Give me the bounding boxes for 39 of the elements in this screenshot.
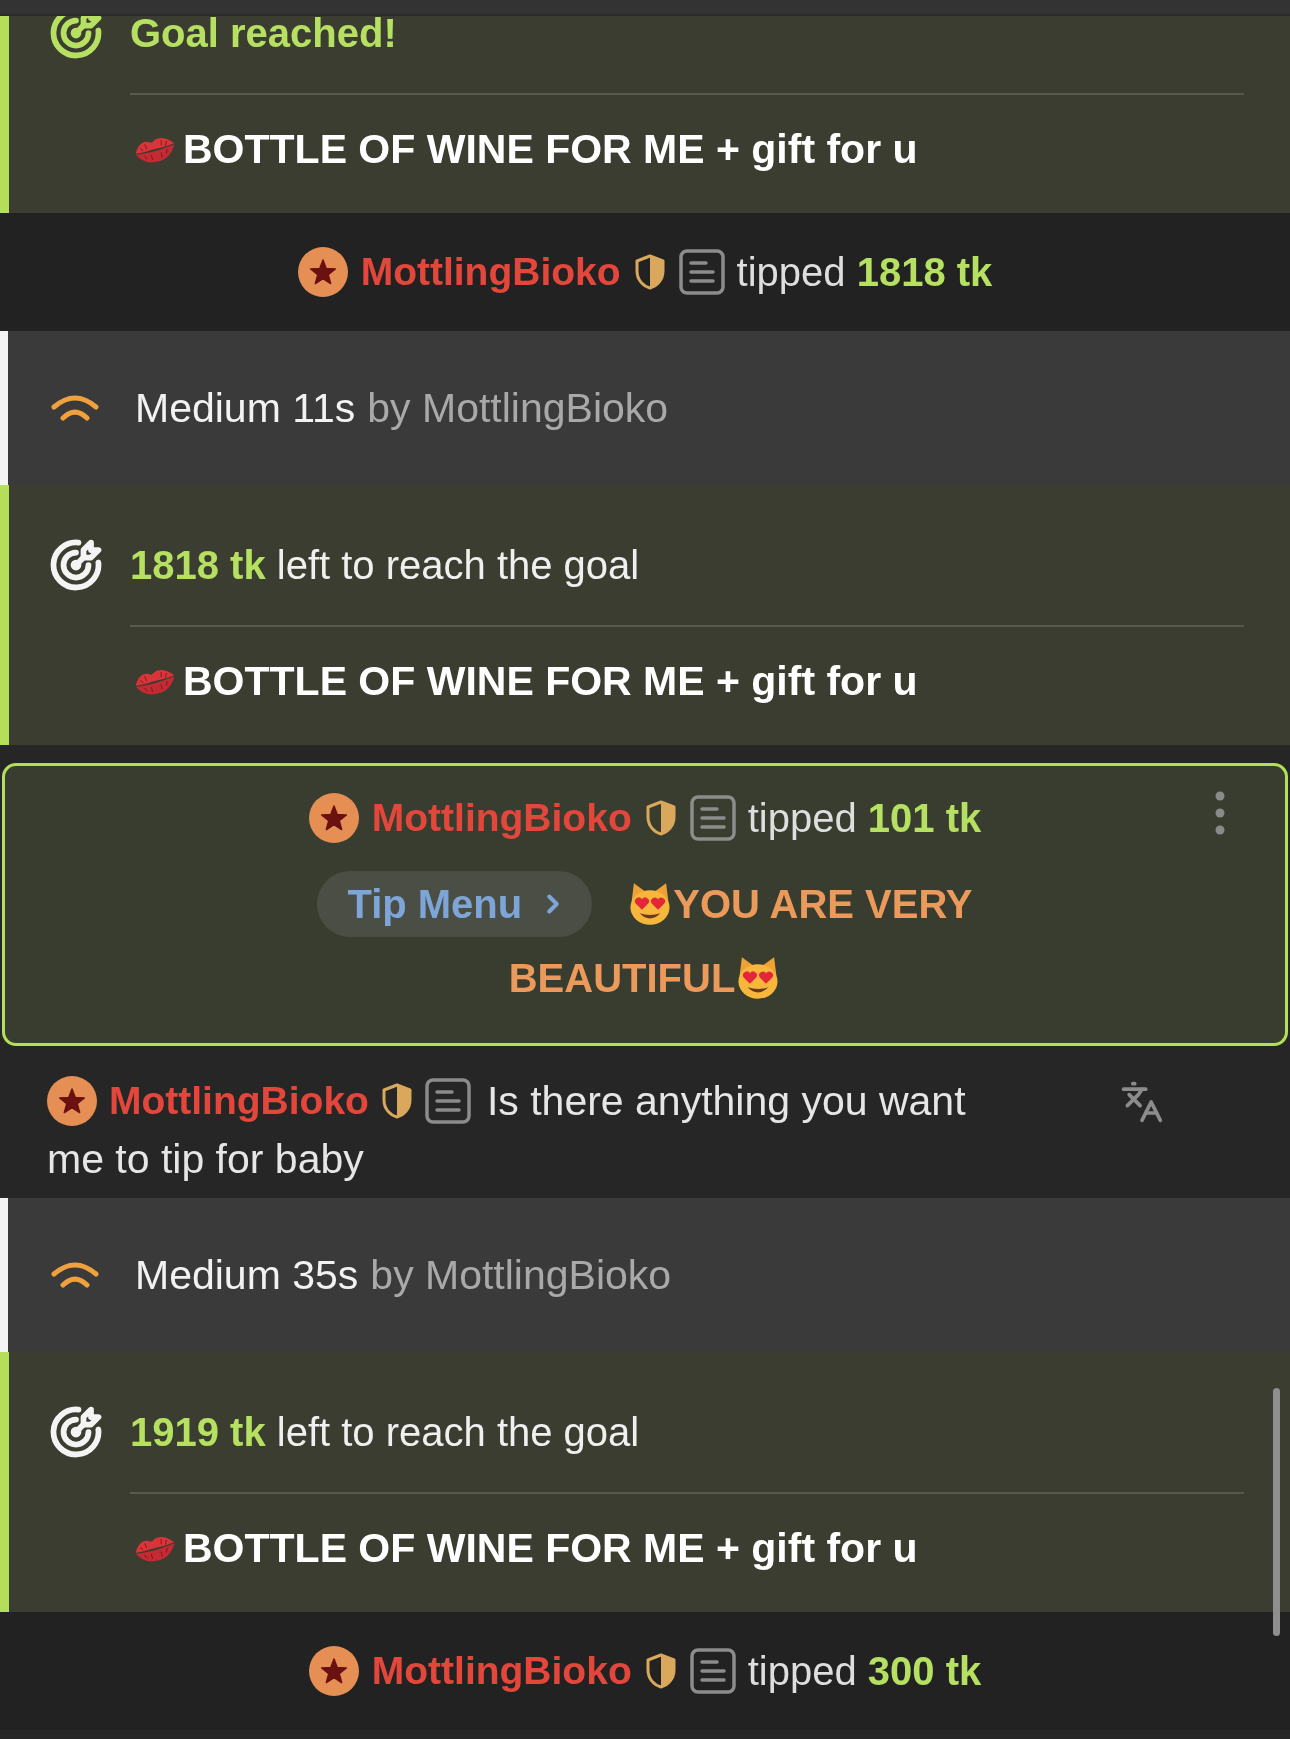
goal-status: Goal reached!	[130, 16, 397, 57]
username[interactable]: MottlingBioko	[360, 248, 621, 296]
tip-message: YOU ARE VERY	[673, 881, 973, 928]
chat-message: me to tip for baby	[47, 1135, 364, 1183]
shield-icon	[634, 254, 665, 290]
vibration-level: Medium 11s	[135, 384, 356, 432]
vibration-level: Medium 35s	[135, 1251, 359, 1299]
shield-icon	[645, 1653, 676, 1689]
tipper-name: by MottlingBioko	[370, 1251, 672, 1299]
goal-title: BOTTLE OF WINE FOR ME + gift for u	[183, 657, 918, 705]
goal-status: 1818 tk left to reach the goal	[130, 542, 640, 589]
shield-icon	[381, 1083, 412, 1119]
translate-icon[interactable]	[1120, 1080, 1164, 1124]
tip-menu-button[interactable]: Tip Menu	[317, 871, 593, 937]
username[interactable]: MottlingBioko	[371, 794, 632, 842]
star-badge-icon	[297, 247, 348, 297]
document-icon	[424, 1078, 471, 1124]
shield-icon	[645, 800, 676, 836]
kebab-menu-icon[interactable]	[1215, 791, 1225, 835]
star-badge-icon	[47, 1076, 97, 1126]
goal-title: BOTTLE OF WINE FOR ME + gift for u	[183, 125, 918, 173]
username[interactable]: MottlingBioko	[371, 1647, 632, 1695]
tip-amount-text: tipped 300 tk	[747, 1648, 982, 1695]
document-icon	[689, 1648, 736, 1694]
document-icon	[689, 795, 736, 841]
document-icon	[678, 249, 725, 295]
signal-waves-icon	[50, 1262, 100, 1288]
star-badge-icon	[308, 793, 359, 843]
goal-title: BOTTLE OF WINE FOR ME + gift for u	[183, 1524, 918, 1572]
chat-message: Is there anything you want	[486, 1077, 966, 1125]
tip-message: BEAUTIFUL	[508, 955, 736, 1002]
tip-amount-text: tipped 1818 tk	[736, 249, 993, 296]
username[interactable]: MottlingBioko	[109, 1077, 369, 1125]
star-badge-icon	[308, 1646, 359, 1696]
tipper-name: by MottlingBioko	[367, 384, 669, 432]
tip-amount-text: tipped 101 tk	[747, 795, 982, 842]
scrollbar[interactable]	[1273, 1388, 1280, 1636]
signal-waves-icon	[50, 395, 100, 421]
goal-status: 1919 tk left to reach the goal	[130, 1409, 640, 1456]
